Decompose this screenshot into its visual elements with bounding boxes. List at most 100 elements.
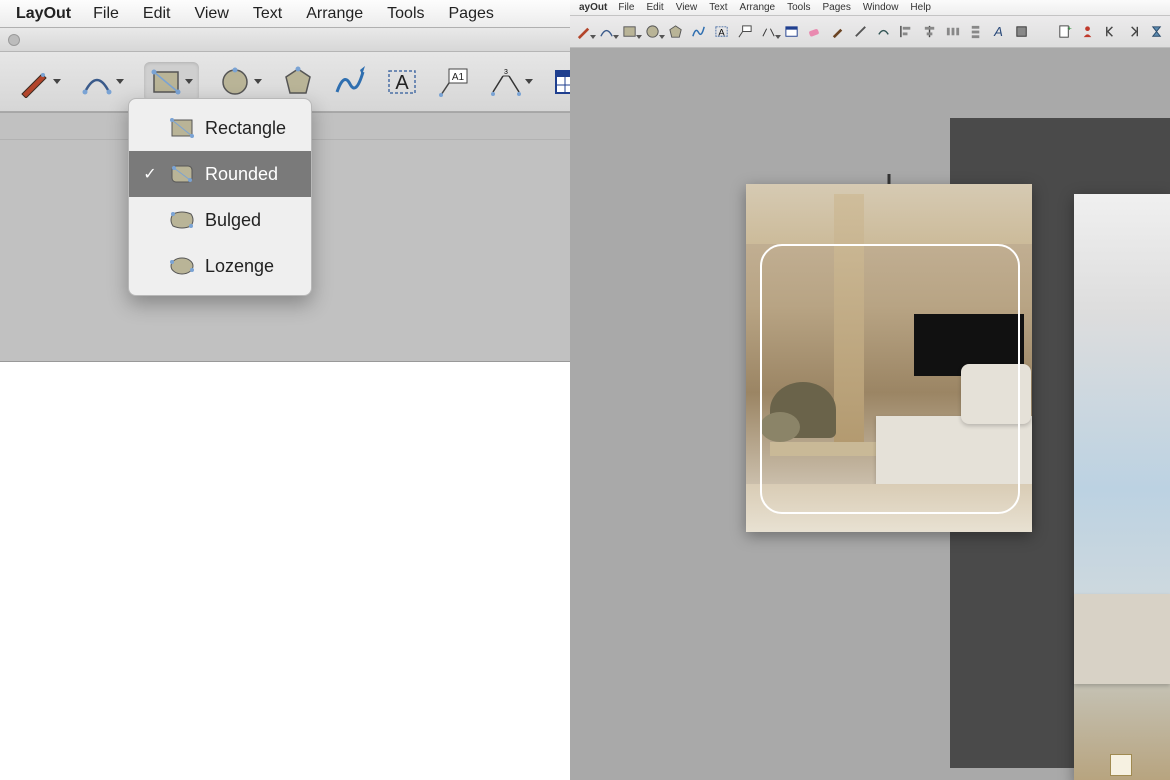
circle-tool[interactable] (645, 24, 660, 40)
space-v-tool[interactable] (968, 24, 983, 40)
svg-text:A1: A1 (452, 72, 465, 83)
image-handle[interactable] (888, 174, 891, 184)
bulged-icon (169, 207, 195, 233)
canvas[interactable] (570, 48, 1170, 780)
align-center-icon (922, 24, 937, 39)
rectangle-dropdown: Rectangle ✓ Rounded Bulged Lozenge (128, 98, 312, 296)
svg-text:A: A (395, 72, 409, 94)
prev-page-tool[interactable] (1103, 24, 1118, 40)
text-tool[interactable]: A (386, 66, 418, 98)
dimension-tool[interactable] (761, 24, 776, 40)
arc-icon (81, 66, 113, 98)
align-left-icon (899, 24, 914, 39)
svg-text:+: + (1067, 24, 1072, 33)
circle-tool[interactable] (219, 66, 262, 98)
dropdown-item-rounded[interactable]: ✓ Rounded (129, 151, 311, 197)
align-left-tool[interactable] (899, 24, 914, 40)
polygon-tool[interactable] (668, 24, 683, 40)
table-tool[interactable] (553, 66, 570, 98)
pencil-icon (576, 24, 591, 39)
menu-file[interactable]: File (612, 2, 640, 13)
menu-edit[interactable]: Edit (640, 2, 669, 13)
freehand-tool[interactable] (334, 66, 366, 98)
inserted-image-2[interactable] (1074, 194, 1170, 780)
arc-icon (599, 24, 614, 39)
scalpel-icon (853, 24, 868, 39)
menu-window[interactable]: Window (857, 2, 905, 13)
svg-text:3: 3 (504, 69, 508, 76)
rectangle-icon (150, 66, 182, 98)
rounded-rectangle-shape[interactable] (760, 244, 1020, 514)
text-icon: A (714, 24, 729, 39)
polygon-icon (282, 66, 314, 98)
line-tool[interactable] (18, 66, 61, 98)
titlebar (0, 28, 570, 52)
split-tool[interactable] (853, 24, 868, 40)
rectangle-icon (622, 24, 637, 39)
join-icon (876, 24, 891, 39)
text-style-tool[interactable]: A (991, 24, 1006, 40)
menu-file[interactable]: File (81, 5, 131, 23)
table-tool[interactable] (784, 24, 799, 40)
space-h-tool[interactable] (945, 24, 960, 40)
add-page-tool[interactable]: + (1057, 24, 1072, 40)
table-icon (553, 66, 570, 98)
dropdown-item-label: Rectangle (205, 118, 286, 139)
menu-arrange[interactable]: Arrange (294, 5, 375, 23)
space-v-icon (968, 24, 983, 39)
dropdown-item-label: Rounded (205, 164, 278, 185)
menu-arrange[interactable]: Arrange (734, 2, 782, 13)
dropper-icon (830, 24, 845, 39)
menu-text[interactable]: Text (703, 2, 733, 13)
menu-view[interactable]: View (670, 2, 704, 13)
menu-view[interactable]: View (182, 5, 240, 23)
presentation-tool[interactable] (1080, 24, 1095, 40)
dimension-icon: 3 (490, 66, 522, 98)
eraser-tool[interactable] (807, 24, 822, 40)
freehand-icon (691, 24, 706, 39)
dropdown-item-lozenge[interactable]: Lozenge (129, 243, 311, 289)
text-a-icon: A (991, 24, 1006, 39)
dimension-tool[interactable]: 3 (490, 66, 533, 98)
menu-tools[interactable]: Tools (781, 2, 816, 13)
rectangle-tool[interactable] (144, 62, 199, 102)
dropdown-item-bulged[interactable]: Bulged (129, 197, 311, 243)
page-plus-icon: + (1057, 24, 1072, 39)
check-icon: ✓ (141, 164, 159, 184)
label-icon (737, 24, 752, 39)
label-icon: A1 (438, 66, 470, 98)
join-tool[interactable] (876, 24, 891, 40)
svg-text:A: A (719, 26, 726, 37)
polygon-tool[interactable] (282, 66, 314, 98)
label-tool[interactable] (737, 24, 752, 40)
label-tool[interactable]: A1 (438, 66, 470, 98)
align-center-tool[interactable] (922, 24, 937, 40)
menu-edit[interactable]: Edit (131, 5, 183, 23)
hourglass-tool[interactable] (1149, 24, 1164, 40)
menu-pages[interactable]: Pages (816, 2, 856, 13)
arc-tool[interactable] (599, 24, 614, 40)
dropdown-item-rectangle[interactable]: Rectangle (129, 105, 311, 151)
table-icon (784, 24, 799, 39)
arc-tool[interactable] (81, 66, 124, 98)
rectangle-icon (169, 115, 195, 141)
line-tool[interactable] (576, 24, 591, 40)
menu-pages[interactable]: Pages (437, 5, 506, 23)
app-name: ayOut (574, 2, 612, 13)
polygon-icon (668, 24, 683, 39)
shape-style-tool[interactable] (1014, 24, 1029, 40)
dimension-icon (761, 24, 776, 39)
eraser-icon (807, 24, 822, 39)
rectangle-tool[interactable] (622, 24, 637, 40)
rounded-icon (169, 161, 195, 187)
freehand-tool[interactable] (691, 24, 706, 40)
text-tool[interactable]: A (714, 24, 729, 40)
menu-tools[interactable]: Tools (375, 5, 436, 23)
menu-help[interactable]: Help (904, 2, 937, 13)
window-control[interactable] (8, 34, 20, 46)
menu-text[interactable]: Text (241, 5, 294, 23)
style-tool[interactable] (830, 24, 845, 40)
lozenge-icon (169, 253, 195, 279)
next-icon (1126, 24, 1141, 39)
next-page-tool[interactable] (1126, 24, 1141, 40)
